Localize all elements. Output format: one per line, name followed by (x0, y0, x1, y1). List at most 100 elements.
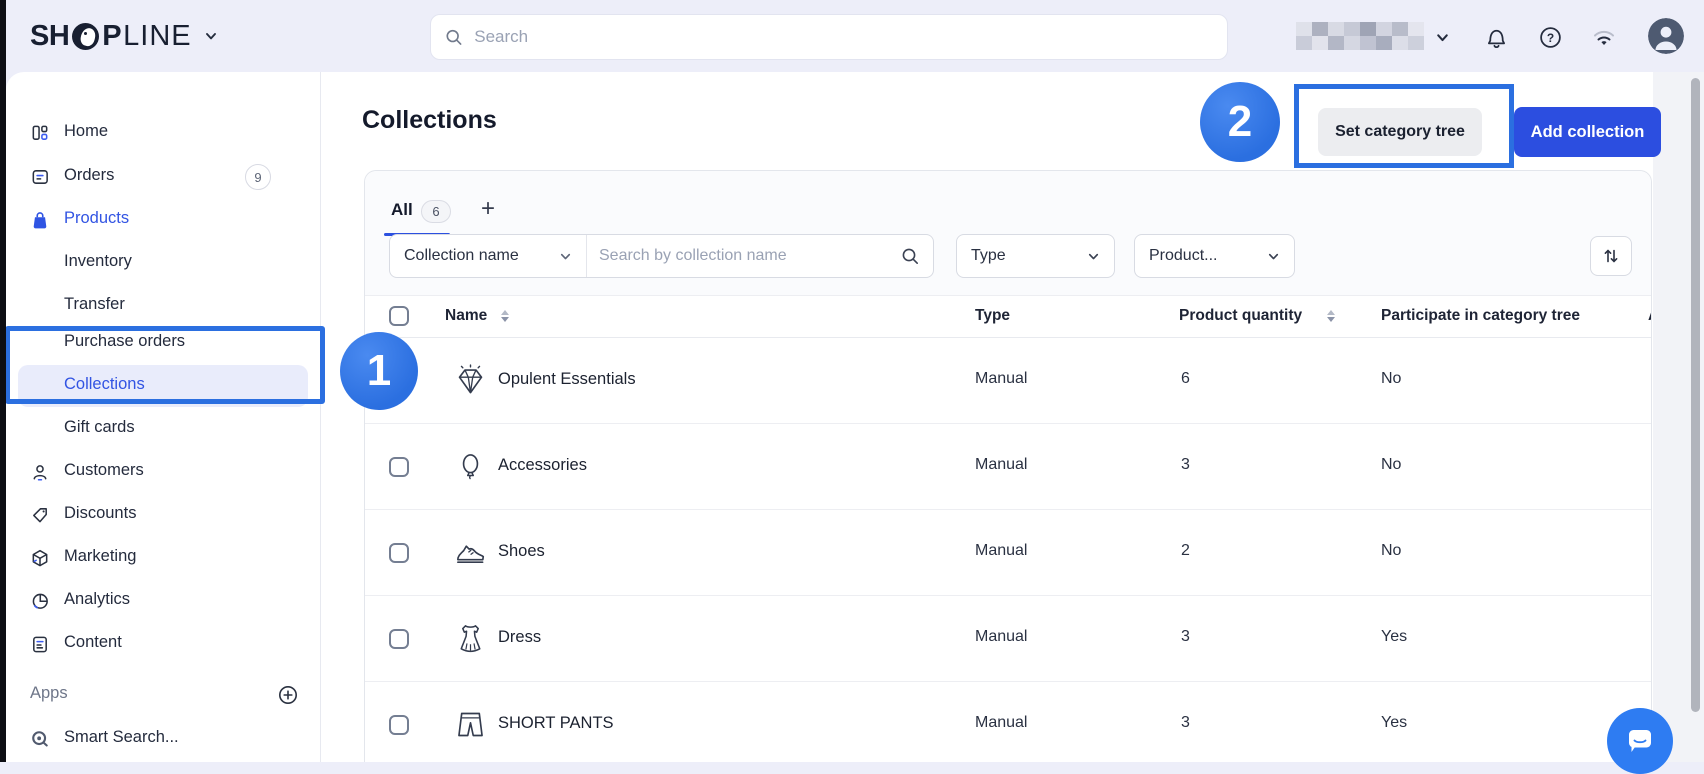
gem-icon (454, 364, 487, 397)
sidebar-item-label: Gift cards (64, 418, 135, 437)
avatar[interactable] (1648, 18, 1684, 54)
home-icon (30, 123, 50, 143)
column-product-quantity[interactable]: Product quantity (1179, 307, 1302, 325)
global-search[interactable] (430, 14, 1228, 60)
collection-type: Manual (975, 542, 1027, 560)
shorts-icon (454, 708, 487, 741)
svg-text:?: ? (1546, 30, 1553, 44)
collection-participate: Yes (1381, 628, 1407, 646)
marketing-cube-icon (30, 548, 50, 568)
sidebar-item-label: Inventory (64, 252, 132, 271)
account-chevron-down-icon[interactable] (1429, 24, 1455, 50)
sidebar-item-transfer[interactable]: Transfer (6, 286, 320, 326)
row-checkbox[interactable] (389, 543, 409, 563)
sidebar: Home Orders 9 Products Inventory Transfe… (6, 72, 321, 762)
notification-bell-icon[interactable] (1483, 24, 1509, 50)
vertical-scrollbar[interactable] (1691, 78, 1700, 712)
add-app-icon[interactable] (277, 684, 299, 706)
sneaker-icon (454, 536, 487, 569)
sidebar-item-discounts[interactable]: Discounts (6, 495, 320, 535)
product-filter-label: Product... (1149, 247, 1217, 265)
collection-name[interactable]: SHORT PANTS (498, 714, 614, 733)
name-sort-icon[interactable] (501, 310, 509, 322)
quantity-sort-icon[interactable] (1327, 310, 1335, 322)
add-collection-button[interactable]: Add collection (1514, 107, 1661, 157)
sidebar-item-products[interactable]: Products (6, 200, 320, 240)
sidebar-item-marketing[interactable]: Marketing (6, 538, 320, 578)
global-search-input[interactable] (472, 26, 1213, 48)
collection-search-group: Collection name (389, 234, 934, 278)
product-filter-dropdown[interactable]: Product... (1134, 234, 1295, 278)
orders-count-badge: 9 (245, 164, 271, 190)
set-category-tree-button[interactable]: Set category tree (1318, 108, 1482, 156)
apps-header: Apps (30, 684, 68, 703)
collection-quantity: 3 (1181, 456, 1190, 474)
collection-name[interactable]: Shoes (498, 542, 545, 561)
sidebar-item-label: Orders (64, 166, 114, 185)
sidebar-item-customers[interactable]: Customers (6, 452, 320, 492)
logo-text-line: LINE (123, 20, 191, 53)
collection-name[interactable]: Accessories (498, 456, 587, 475)
sidebar-item-content[interactable]: Content (6, 624, 320, 664)
collection-participate: No (1381, 456, 1401, 474)
select-all-checkbox[interactable] (389, 306, 409, 326)
search-icon (445, 28, 463, 47)
table-row[interactable]: Shoes Manual 2 No (365, 510, 1651, 596)
sidebar-item-label: Home (64, 122, 108, 141)
topbar: SHPLINE ? (0, 0, 1704, 72)
table-row[interactable]: Dress Manual 3 Yes (365, 596, 1651, 682)
collection-type: Manual (975, 370, 1027, 388)
collection-quantity: 2 (1181, 542, 1190, 560)
annotation-box-step1 (5, 326, 325, 404)
table-row[interactable]: Accessories Manual 3 No (365, 424, 1651, 510)
sidebar-apps-section: Apps (6, 676, 320, 716)
row-checkbox[interactable] (389, 457, 409, 477)
sidebar-item-analytics[interactable]: Analytics (6, 581, 320, 621)
column-name[interactable]: Name (445, 307, 487, 325)
sidebar-item-label: Content (64, 633, 122, 652)
sort-button[interactable] (1590, 236, 1632, 276)
tab-all[interactable]: All (391, 200, 413, 220)
column-clipped: A (1648, 307, 1652, 325)
chat-bubble-icon (1622, 723, 1658, 759)
search-field-selector-label: Collection name (404, 247, 519, 265)
sidebar-item-gift-cards[interactable]: Gift cards (6, 409, 320, 449)
search-field-selector[interactable]: Collection name (390, 235, 587, 277)
sidebar-item-home[interactable]: Home (6, 113, 320, 153)
chevron-down-icon (1087, 250, 1100, 263)
sidebar-item-orders[interactable]: Orders 9 (6, 157, 320, 197)
search-icon (901, 247, 920, 266)
collection-name[interactable]: Opulent Essentials (498, 370, 636, 389)
sidebar-item-label: Transfer (64, 295, 125, 314)
type-filter-label: Type (971, 247, 1006, 265)
row-checkbox[interactable] (389, 629, 409, 649)
type-filter-dropdown[interactable]: Type (956, 234, 1115, 278)
help-icon[interactable]: ? (1537, 24, 1563, 50)
collection-type: Manual (975, 714, 1027, 732)
orders-icon (30, 167, 50, 187)
chat-launcher[interactable] (1607, 708, 1673, 774)
table-row[interactable]: SHORT PANTS Manual 3 Yes (365, 682, 1651, 762)
collection-name-search-input[interactable] (587, 247, 901, 265)
annotation-step-1: 1 (340, 332, 418, 410)
page-title: Collections (362, 106, 497, 135)
collection-name[interactable]: Dress (498, 628, 541, 647)
store-chevron-down-icon[interactable] (204, 29, 218, 43)
content-doc-icon (30, 634, 50, 654)
logo-text-p: P (102, 20, 121, 53)
sidebar-item-label: Customers (64, 461, 144, 480)
wifi-status-icon[interactable] (1591, 24, 1617, 50)
collection-participate: No (1381, 370, 1401, 388)
column-participate: Participate in category tree (1381, 307, 1580, 325)
products-bag-icon (30, 210, 50, 230)
row-checkbox[interactable] (389, 715, 409, 735)
sidebar-item-inventory[interactable]: Inventory (6, 243, 320, 283)
add-tab-button[interactable]: + (481, 195, 495, 223)
sidebar-item-label: Smart Search... (64, 728, 179, 747)
sidebar-item-label: Discounts (64, 504, 136, 523)
sidebar-item-smart-search[interactable]: Smart Search... (6, 719, 320, 759)
table-header: Name Type Product quantity Participate i… (365, 296, 1651, 337)
annotation-step-2: 2 (1200, 82, 1280, 162)
table-row[interactable]: Opulent Essentials Manual 6 No (365, 338, 1651, 424)
shopline-logo[interactable]: SHPLINE (30, 16, 218, 56)
